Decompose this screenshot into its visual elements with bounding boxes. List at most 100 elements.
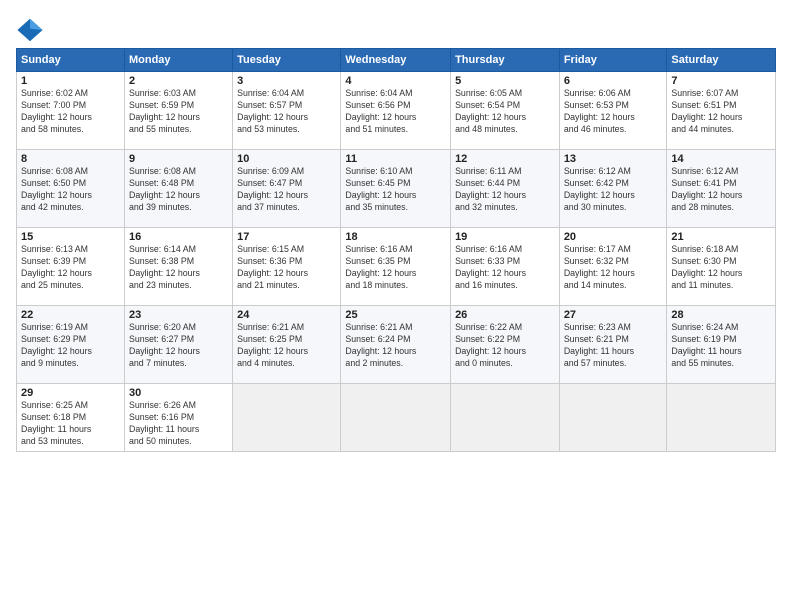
day-info: Sunrise: 6:09 AM Sunset: 6:47 PM Dayligh… bbox=[237, 166, 336, 214]
day-header-monday: Monday bbox=[124, 49, 232, 72]
week-row-2: 8Sunrise: 6:08 AM Sunset: 6:50 PM Daylig… bbox=[17, 150, 776, 228]
day-number: 21 bbox=[671, 231, 771, 243]
logo-icon bbox=[16, 16, 44, 44]
calendar-cell: 30Sunrise: 6:26 AM Sunset: 6:16 PM Dayli… bbox=[124, 384, 232, 452]
day-number: 18 bbox=[345, 231, 446, 243]
day-number: 24 bbox=[237, 309, 336, 321]
day-info: Sunrise: 6:26 AM Sunset: 6:16 PM Dayligh… bbox=[129, 400, 228, 448]
day-header-wednesday: Wednesday bbox=[341, 49, 451, 72]
week-row-3: 15Sunrise: 6:13 AM Sunset: 6:39 PM Dayli… bbox=[17, 228, 776, 306]
day-info: Sunrise: 6:04 AM Sunset: 6:57 PM Dayligh… bbox=[237, 88, 336, 136]
header-row: SundayMondayTuesdayWednesdayThursdayFrid… bbox=[17, 49, 776, 72]
day-info: Sunrise: 6:21 AM Sunset: 6:25 PM Dayligh… bbox=[237, 322, 336, 370]
calendar-cell: 13Sunrise: 6:12 AM Sunset: 6:42 PM Dayli… bbox=[559, 150, 667, 228]
week-row-4: 22Sunrise: 6:19 AM Sunset: 6:29 PM Dayli… bbox=[17, 306, 776, 384]
day-number: 7 bbox=[671, 75, 771, 87]
calendar-cell: 4Sunrise: 6:04 AM Sunset: 6:56 PM Daylig… bbox=[341, 72, 451, 150]
day-info: Sunrise: 6:20 AM Sunset: 6:27 PM Dayligh… bbox=[129, 322, 228, 370]
day-header-thursday: Thursday bbox=[451, 49, 560, 72]
header bbox=[16, 12, 776, 44]
day-info: Sunrise: 6:13 AM Sunset: 6:39 PM Dayligh… bbox=[21, 244, 120, 292]
day-number: 28 bbox=[671, 309, 771, 321]
day-info: Sunrise: 6:18 AM Sunset: 6:30 PM Dayligh… bbox=[671, 244, 771, 292]
day-info: Sunrise: 6:16 AM Sunset: 6:35 PM Dayligh… bbox=[345, 244, 446, 292]
page: SundayMondayTuesdayWednesdayThursdayFrid… bbox=[0, 0, 792, 612]
day-number: 16 bbox=[129, 231, 228, 243]
calendar-cell: 16Sunrise: 6:14 AM Sunset: 6:38 PM Dayli… bbox=[124, 228, 232, 306]
day-info: Sunrise: 6:10 AM Sunset: 6:45 PM Dayligh… bbox=[345, 166, 446, 214]
day-info: Sunrise: 6:17 AM Sunset: 6:32 PM Dayligh… bbox=[564, 244, 663, 292]
day-info: Sunrise: 6:07 AM Sunset: 6:51 PM Dayligh… bbox=[671, 88, 771, 136]
calendar-cell: 19Sunrise: 6:16 AM Sunset: 6:33 PM Dayli… bbox=[451, 228, 560, 306]
calendar-cell: 9Sunrise: 6:08 AM Sunset: 6:48 PM Daylig… bbox=[124, 150, 232, 228]
calendar-cell: 22Sunrise: 6:19 AM Sunset: 6:29 PM Dayli… bbox=[17, 306, 125, 384]
day-info: Sunrise: 6:22 AM Sunset: 6:22 PM Dayligh… bbox=[455, 322, 555, 370]
calendar-cell bbox=[341, 384, 451, 452]
day-info: Sunrise: 6:25 AM Sunset: 6:18 PM Dayligh… bbox=[21, 400, 120, 448]
day-info: Sunrise: 6:11 AM Sunset: 6:44 PM Dayligh… bbox=[455, 166, 555, 214]
day-info: Sunrise: 6:19 AM Sunset: 6:29 PM Dayligh… bbox=[21, 322, 120, 370]
week-row-5: 29Sunrise: 6:25 AM Sunset: 6:18 PM Dayli… bbox=[17, 384, 776, 452]
calendar-cell: 24Sunrise: 6:21 AM Sunset: 6:25 PM Dayli… bbox=[233, 306, 341, 384]
day-number: 25 bbox=[345, 309, 446, 321]
calendar-cell: 23Sunrise: 6:20 AM Sunset: 6:27 PM Dayli… bbox=[124, 306, 232, 384]
calendar-cell: 11Sunrise: 6:10 AM Sunset: 6:45 PM Dayli… bbox=[341, 150, 451, 228]
calendar-cell: 27Sunrise: 6:23 AM Sunset: 6:21 PM Dayli… bbox=[559, 306, 667, 384]
calendar-cell: 12Sunrise: 6:11 AM Sunset: 6:44 PM Dayli… bbox=[451, 150, 560, 228]
calendar-cell: 18Sunrise: 6:16 AM Sunset: 6:35 PM Dayli… bbox=[341, 228, 451, 306]
calendar-cell: 14Sunrise: 6:12 AM Sunset: 6:41 PM Dayli… bbox=[667, 150, 776, 228]
day-number: 1 bbox=[21, 75, 120, 87]
day-number: 10 bbox=[237, 153, 336, 165]
day-number: 3 bbox=[237, 75, 336, 87]
day-info: Sunrise: 6:15 AM Sunset: 6:36 PM Dayligh… bbox=[237, 244, 336, 292]
day-info: Sunrise: 6:08 AM Sunset: 6:50 PM Dayligh… bbox=[21, 166, 120, 214]
day-number: 27 bbox=[564, 309, 663, 321]
calendar-cell bbox=[451, 384, 560, 452]
day-info: Sunrise: 6:24 AM Sunset: 6:19 PM Dayligh… bbox=[671, 322, 771, 370]
day-info: Sunrise: 6:04 AM Sunset: 6:56 PM Dayligh… bbox=[345, 88, 446, 136]
day-number: 2 bbox=[129, 75, 228, 87]
calendar-cell: 8Sunrise: 6:08 AM Sunset: 6:50 PM Daylig… bbox=[17, 150, 125, 228]
day-number: 26 bbox=[455, 309, 555, 321]
day-number: 12 bbox=[455, 153, 555, 165]
day-info: Sunrise: 6:12 AM Sunset: 6:42 PM Dayligh… bbox=[564, 166, 663, 214]
calendar-cell: 2Sunrise: 6:03 AM Sunset: 6:59 PM Daylig… bbox=[124, 72, 232, 150]
calendar-cell: 3Sunrise: 6:04 AM Sunset: 6:57 PM Daylig… bbox=[233, 72, 341, 150]
calendar-cell: 25Sunrise: 6:21 AM Sunset: 6:24 PM Dayli… bbox=[341, 306, 451, 384]
day-number: 23 bbox=[129, 309, 228, 321]
day-info: Sunrise: 6:16 AM Sunset: 6:33 PM Dayligh… bbox=[455, 244, 555, 292]
day-info: Sunrise: 6:12 AM Sunset: 6:41 PM Dayligh… bbox=[671, 166, 771, 214]
calendar-cell: 15Sunrise: 6:13 AM Sunset: 6:39 PM Dayli… bbox=[17, 228, 125, 306]
day-info: Sunrise: 6:08 AM Sunset: 6:48 PM Dayligh… bbox=[129, 166, 228, 214]
calendar-cell: 1Sunrise: 6:02 AM Sunset: 7:00 PM Daylig… bbox=[17, 72, 125, 150]
logo bbox=[16, 16, 48, 44]
week-row-1: 1Sunrise: 6:02 AM Sunset: 7:00 PM Daylig… bbox=[17, 72, 776, 150]
day-number: 9 bbox=[129, 153, 228, 165]
day-number: 29 bbox=[21, 387, 120, 399]
day-number: 6 bbox=[564, 75, 663, 87]
day-number: 15 bbox=[21, 231, 120, 243]
calendar-cell: 20Sunrise: 6:17 AM Sunset: 6:32 PM Dayli… bbox=[559, 228, 667, 306]
calendar-cell: 6Sunrise: 6:06 AM Sunset: 6:53 PM Daylig… bbox=[559, 72, 667, 150]
day-header-saturday: Saturday bbox=[667, 49, 776, 72]
day-info: Sunrise: 6:03 AM Sunset: 6:59 PM Dayligh… bbox=[129, 88, 228, 136]
calendar-cell: 5Sunrise: 6:05 AM Sunset: 6:54 PM Daylig… bbox=[451, 72, 560, 150]
calendar-cell: 10Sunrise: 6:09 AM Sunset: 6:47 PM Dayli… bbox=[233, 150, 341, 228]
day-number: 22 bbox=[21, 309, 120, 321]
day-info: Sunrise: 6:21 AM Sunset: 6:24 PM Dayligh… bbox=[345, 322, 446, 370]
day-number: 30 bbox=[129, 387, 228, 399]
calendar-cell bbox=[233, 384, 341, 452]
calendar-cell: 29Sunrise: 6:25 AM Sunset: 6:18 PM Dayli… bbox=[17, 384, 125, 452]
day-number: 11 bbox=[345, 153, 446, 165]
day-number: 13 bbox=[564, 153, 663, 165]
day-info: Sunrise: 6:05 AM Sunset: 6:54 PM Dayligh… bbox=[455, 88, 555, 136]
day-number: 19 bbox=[455, 231, 555, 243]
calendar-cell bbox=[559, 384, 667, 452]
day-number: 17 bbox=[237, 231, 336, 243]
calendar-cell: 17Sunrise: 6:15 AM Sunset: 6:36 PM Dayli… bbox=[233, 228, 341, 306]
day-number: 4 bbox=[345, 75, 446, 87]
day-number: 14 bbox=[671, 153, 771, 165]
calendar-cell: 26Sunrise: 6:22 AM Sunset: 6:22 PM Dayli… bbox=[451, 306, 560, 384]
calendar-cell bbox=[667, 384, 776, 452]
day-number: 5 bbox=[455, 75, 555, 87]
